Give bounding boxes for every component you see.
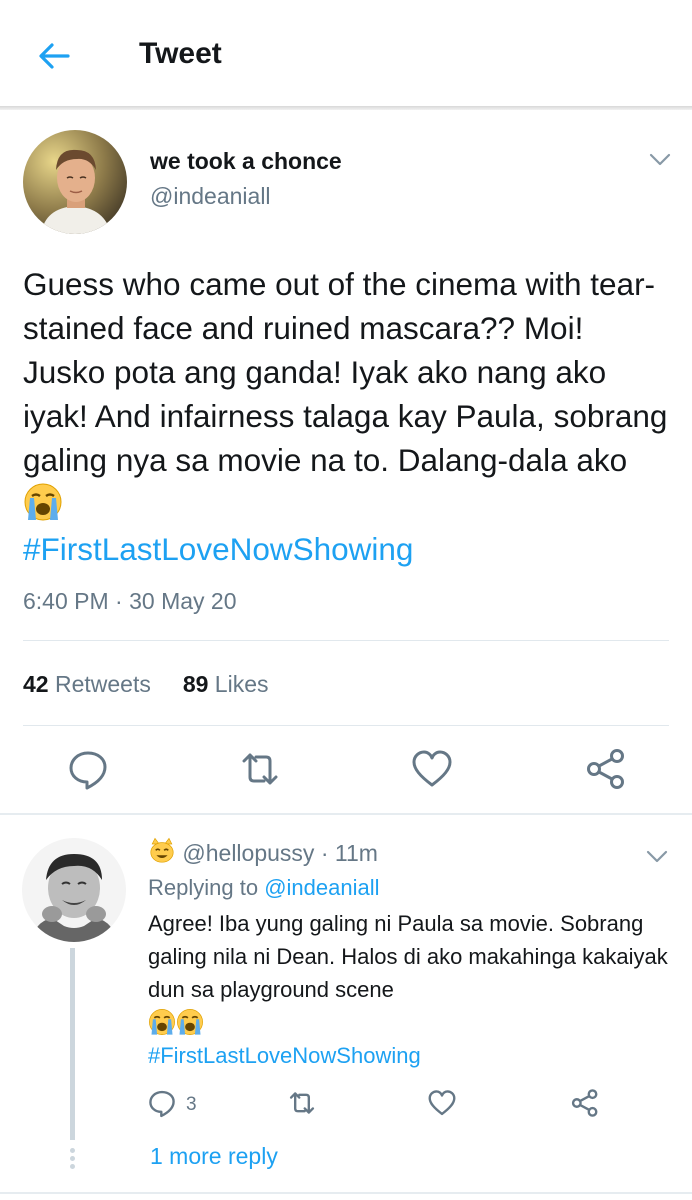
arrow-left-icon[interactable] bbox=[34, 36, 74, 76]
reply-icon[interactable] bbox=[66, 747, 110, 791]
section-divider bbox=[0, 813, 692, 815]
hashtag-link[interactable]: #FirstLastLoveNowShowing bbox=[148, 1043, 421, 1068]
loudly-crying-face-icon bbox=[148, 1008, 176, 1036]
tweet-timestamp: 6:40 PM · 30 May 20 bbox=[23, 588, 237, 614]
like-icon[interactable] bbox=[410, 747, 454, 791]
reply-icon[interactable] bbox=[147, 1088, 177, 1118]
loudly-crying-face-icon bbox=[176, 1008, 204, 1036]
like-icon[interactable] bbox=[427, 1088, 457, 1118]
divider bbox=[23, 640, 669, 641]
divider bbox=[23, 725, 669, 726]
retweet-icon[interactable] bbox=[287, 1088, 317, 1118]
thread-line bbox=[70, 948, 75, 1140]
reply-header: @hellopussy · 11m bbox=[148, 837, 378, 867]
reply-text: Agree! Iba yung galing ni Paula sa movie… bbox=[148, 907, 668, 1072]
loudly-crying-face-icon bbox=[23, 482, 63, 522]
cat-face-icon bbox=[148, 837, 176, 865]
retweets-stat[interactable]: 42 Retweets bbox=[23, 671, 151, 697]
thread-dot bbox=[70, 1164, 75, 1169]
engagement-stats: 42 Retweets 89 Likes bbox=[23, 671, 269, 698]
thread-dot bbox=[70, 1156, 75, 1161]
header-divider bbox=[0, 106, 692, 110]
top-app-bar bbox=[0, 0, 692, 106]
more-replies-link[interactable]: 1 more reply bbox=[150, 1143, 278, 1170]
reply-handle[interactable]: @hellopussy bbox=[182, 840, 314, 866]
reply-body: Agree! Iba yung galing ni Paula sa movie… bbox=[148, 911, 668, 1002]
likes-count: 89 bbox=[182, 671, 209, 697]
author-handle[interactable]: @indeaniall bbox=[150, 183, 271, 210]
reply-avatar[interactable] bbox=[22, 838, 126, 942]
thread-dot bbox=[70, 1148, 75, 1153]
share-icon[interactable] bbox=[570, 1088, 600, 1118]
page-title: Tweet bbox=[139, 37, 222, 70]
hashtag-link[interactable]: #FirstLastLoveNowShowing bbox=[23, 531, 413, 567]
author-name[interactable]: we took a chonce bbox=[150, 148, 342, 175]
replying-to-link[interactable]: @indeaniall bbox=[264, 875, 379, 900]
reply-time: · 11m bbox=[320, 840, 378, 866]
reply-count: 3 bbox=[186, 1094, 197, 1115]
author-avatar[interactable] bbox=[23, 130, 127, 234]
replying-prefix: Replying to bbox=[148, 875, 259, 900]
likes-label: Likes bbox=[214, 671, 269, 697]
retweets-count: 42 bbox=[23, 671, 49, 697]
tweet-text: Guess who came out of the cinema with te… bbox=[23, 262, 673, 571]
chevron-down-icon[interactable] bbox=[648, 150, 672, 168]
retweet-icon[interactable] bbox=[238, 747, 282, 791]
share-icon[interactable] bbox=[584, 747, 628, 791]
tweet-body: Guess who came out of the cinema with te… bbox=[23, 266, 668, 478]
divider bbox=[0, 1192, 692, 1194]
retweets-label: Retweets bbox=[54, 671, 151, 697]
likes-stat[interactable]: 89 Likes bbox=[183, 671, 269, 697]
replying-to: Replying to @indeaniall bbox=[148, 875, 380, 901]
chevron-down-icon[interactable] bbox=[645, 847, 669, 865]
